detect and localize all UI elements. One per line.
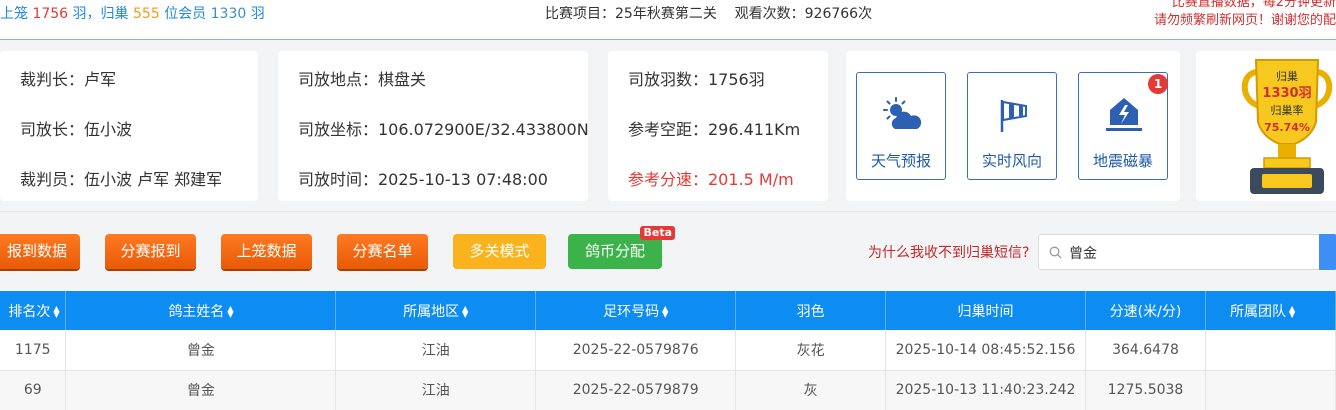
table-row[interactable]: 69 曾金 江油 2025-22-0579879 灰 2025-10-13 11… <box>0 370 1336 410</box>
judges: 裁判员：伍小波 卢军 郑建军 <box>20 170 223 189</box>
sub-race-check-in-button[interactable]: 分赛报到 <box>105 234 196 269</box>
basket-data-button[interactable]: 上笼数据 <box>221 234 312 269</box>
search-input[interactable] <box>1069 241 1319 265</box>
rank-cell: 69 <box>0 370 67 410</box>
beta-badge: Beta <box>640 226 675 240</box>
pigeon-coin-button[interactable]: 鸽币分配 Beta <box>568 226 675 269</box>
header-ring[interactable]: 足环号码 ▲ ▼ <box>535 291 737 330</box>
header-team[interactable]: 所属团队 ▲ ▼ <box>1205 291 1336 330</box>
region-cell: 江油 <box>335 330 537 371</box>
owner-cell: 曾金 <box>65 370 337 410</box>
refresh-notice: 比赛直播数据，每2分钟更新 请勿频繁刷新网页！谢谢您的配 <box>1154 0 1336 30</box>
earthquake-label: 地震磁暴 <box>1092 152 1153 170</box>
header-rank[interactable]: 排名次 ▲ ▼ <box>0 291 67 330</box>
sort-icon: ▲ ▼ <box>1288 303 1296 319</box>
match-label: 比赛项目： <box>545 6 615 22</box>
weather-icon <box>883 97 922 129</box>
table-row[interactable]: 1175 曾金 江油 2025-22-0579876 灰花 2025-10-14… <box>0 330 1336 371</box>
header-team-label: 所属团队 <box>1229 303 1286 320</box>
ring-cell: 2025-22-0579879 <box>535 370 737 410</box>
trophy-rate-label: 归巢率 <box>1270 104 1304 117</box>
released-count: 司放羽数：1756羽 <box>628 70 765 89</box>
reference-speed: 参考分速：201.5 M/m <box>628 170 794 189</box>
views-value: 926766次 <box>804 6 873 22</box>
notice-line-2: 请勿频繁刷新网页！谢谢您的配 <box>1153 13 1336 28</box>
sms-help-link[interactable]: 为什么我收不到归巢短信? <box>868 242 1029 262</box>
sort-icon: ▲ ▼ <box>462 303 469 319</box>
multi-stage-mode-button[interactable]: 多关模式 <box>453 234 546 269</box>
top-bar: 上笼 1756 羽，归巢 555 位会员 1330 羽 比赛项目：25年秋赛第二… <box>0 0 1336 40</box>
check-in-data-button[interactable]: 报到数据 <box>0 234 80 269</box>
results-table: 排名次 ▲ ▼ 鸽主姓名 ▲ ▼ 所属地区 ▲ ▼ 足环号码 ▲ ▼ 羽色 归巢时间 分速(米/… <box>0 291 1336 410</box>
earthquake-button[interactable]: 地震磁暴 1 <box>1078 72 1168 180</box>
officials-card: 裁判长：卢军 司放长：伍小波 裁判员：伍小波 卢军 郑建军 <box>0 51 258 201</box>
release-card: 司放地点：棋盘关 司放坐标：106.072900E/32.433800N 司放时… <box>278 51 589 201</box>
search-box <box>1038 234 1336 270</box>
release-location: 司放地点：棋盘关 <box>298 70 427 89</box>
release-chief: 司放长：伍小波 <box>20 120 133 139</box>
trophy-count: 1330羽 <box>1262 86 1312 101</box>
header-owner[interactable]: 鸽主姓名 ▲ ▼ <box>65 291 337 330</box>
header-return-time: 归巢时间 <box>885 291 1087 330</box>
reference-distance: 参考空距：296.411Km <box>628 120 801 139</box>
header-color: 羽色 <box>735 291 887 330</box>
color-cell: 灰 <box>735 370 887 410</box>
returned-count: 555 <box>133 6 160 22</box>
return-time-cell: 2025-10-14 08:45:52.156 <box>885 330 1087 371</box>
table-header-row: 排名次 ▲ ▼ 鸽主姓名 ▲ ▼ 所属地区 ▲ ▼ 足环号码 ▲ ▼ 羽色 归巢时间 分速(米/… <box>0 291 1336 330</box>
return-time-cell: 2025-10-13 11:40:23.242 <box>885 370 1087 410</box>
header-rank-label: 排名次 <box>8 303 51 320</box>
distance-card: 司放羽数：1756羽 参考空距：296.411Km 参考分速：201.5 M/m <box>608 51 828 201</box>
sort-icon: ▲ ▼ <box>227 303 234 319</box>
chief-judge: 裁判长：卢军 <box>20 70 117 89</box>
race-stats: 上笼 1756 羽，归巢 555 位会员 1330 羽 <box>0 3 265 23</box>
notice-line-1: 比赛直播数据，每2分钟更新 <box>1171 0 1336 10</box>
weather-label: 天气预报 <box>870 152 931 170</box>
owner-cell: 曾金 <box>65 330 337 371</box>
search-button[interactable] <box>1319 234 1336 270</box>
team-cell <box>1205 330 1336 371</box>
section-divider <box>0 211 1336 212</box>
stat-unit-1: 羽，归巢 <box>72 6 129 22</box>
match-info: 比赛项目：25年秋赛第二关 观看次数：926766次 <box>545 3 872 23</box>
header-speed: 分速(米/分) <box>1085 291 1206 330</box>
trophy-rate: 75.74% <box>1264 121 1310 134</box>
sort-icon: ▲ ▼ <box>662 303 669 319</box>
total-count: 1756 <box>32 6 69 22</box>
header-region-label: 所属地区 <box>403 303 460 320</box>
stat-prefix: 上笼 <box>0 6 28 22</box>
release-time: 司放时间：2025-10-13 07:48:00 <box>298 170 548 189</box>
speed-cell: 364.6478 <box>1085 330 1206 371</box>
rank-cell: 1175 <box>0 330 67 371</box>
earthquake-icon <box>1106 98 1142 131</box>
stat-unit-3: 羽 <box>250 6 265 22</box>
stat-unit-2: 位会员 <box>164 6 207 22</box>
wind-label: 实时风向 <box>981 152 1042 170</box>
views-label: 观看次数： <box>734 6 805 22</box>
header-ring-label: 足环号码 <box>603 303 660 320</box>
sort-icon: ▲ ▼ <box>53 303 60 319</box>
notification-badge: 1 <box>1148 74 1168 94</box>
member-count: 1330 <box>210 6 247 22</box>
speed-cell: 1275.5038 <box>1085 370 1206 410</box>
team-cell <box>1205 370 1336 410</box>
color-cell: 灰花 <box>735 330 887 371</box>
match-value: 25年秋赛第二关 <box>615 6 717 22</box>
wind-button[interactable]: 实时风向 <box>967 72 1057 180</box>
header-owner-label: 鸽主姓名 <box>168 303 225 320</box>
header-region[interactable]: 所属地区 ▲ ▼ <box>335 291 537 330</box>
trophy-text: 归巢 1330羽 归巢率 75.74% <box>1258 68 1316 136</box>
sub-race-list-button[interactable]: 分赛名单 <box>337 234 428 269</box>
ring-cell: 2025-22-0579876 <box>535 330 737 371</box>
windsock-icon <box>1000 100 1027 132</box>
release-coordinates: 司放坐标：106.072900E/32.433800N <box>298 120 589 139</box>
weather-button[interactable]: 天气预报 <box>856 72 946 180</box>
trophy-title: 归巢 <box>1276 70 1298 83</box>
pigeon-coin-label: 鸽币分配 <box>584 242 645 260</box>
region-cell: 江油 <box>335 370 537 410</box>
search-icon <box>1049 246 1062 259</box>
